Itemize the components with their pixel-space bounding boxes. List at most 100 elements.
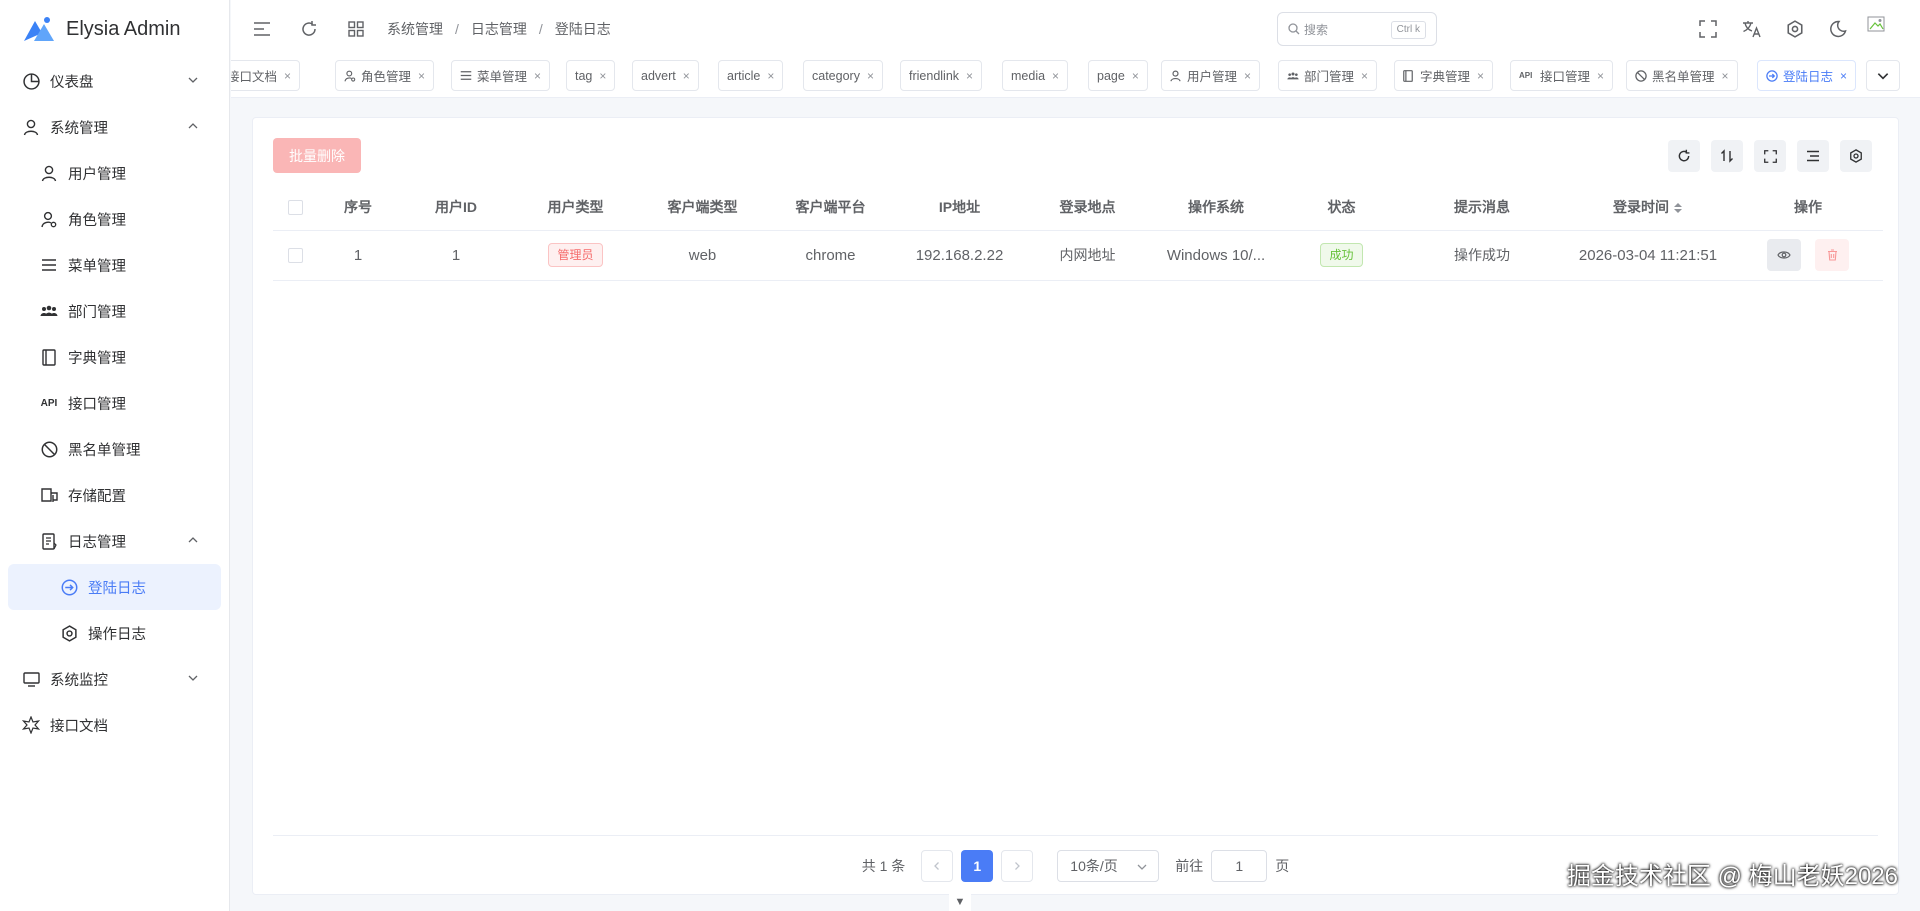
sidebar-item-label: 用户管理: [68, 166, 126, 183]
logo-icon: [22, 15, 56, 43]
sidebar-item-api-docs[interactable]: 接口文档: [0, 702, 229, 748]
tag-dictionary[interactable]: 字典管理 ×: [1394, 60, 1494, 91]
row-checkbox[interactable]: [287, 248, 303, 264]
translate-icon[interactable]: [1741, 18, 1763, 40]
tag-label: 字典管理: [1420, 70, 1471, 84]
tag-roles[interactable]: 角色管理 ×: [335, 60, 435, 91]
close-icon[interactable]: ×: [966, 69, 973, 83]
goto-page-input[interactable]: 1: [1211, 850, 1268, 882]
logo[interactable]: Elysia Admin: [0, 0, 229, 58]
next-page-button[interactable]: [1001, 850, 1034, 882]
chevron-up-icon: [187, 534, 199, 546]
close-icon[interactable]: ×: [1132, 69, 1139, 83]
page-suffix: 页: [1275, 858, 1290, 874]
tag-article[interactable]: article ×: [718, 60, 784, 91]
batch-delete-button[interactable]: 批量删除: [273, 138, 361, 173]
column-settings-button[interactable]: [1797, 140, 1829, 172]
team-icon: [40, 302, 58, 320]
monitor-icon: [22, 670, 40, 688]
close-icon[interactable]: ×: [284, 69, 291, 83]
tag-blacklist[interactable]: 黑名单管理 ×: [1626, 60, 1738, 91]
table-fullscreen-button[interactable]: [1754, 140, 1786, 172]
cell-user-id: 1: [399, 230, 513, 281]
prev-page-button[interactable]: [921, 850, 954, 882]
tag-api[interactable]: API 接口管理 ×: [1510, 60, 1614, 91]
cell-login-time: 2026-03-04 11:21:51: [1563, 230, 1733, 281]
sidebar-item-dictionary[interactable]: 字典管理: [0, 334, 229, 380]
sidebar-item-menus[interactable]: 菜单管理: [0, 242, 229, 288]
close-icon[interactable]: ×: [1361, 69, 1368, 83]
breadcrumb-item[interactable]: 日志管理: [471, 19, 527, 39]
density-button[interactable]: [1711, 140, 1743, 172]
sidebar-item-users[interactable]: 用户管理: [0, 150, 229, 196]
top-header: 系统管理 / 日志管理 / 登陆日志: [231, 0, 1920, 58]
user-icon: [40, 164, 58, 182]
sidebar-item-system[interactable]: 系统管理: [0, 104, 229, 150]
cell-location: 内网地址: [1025, 230, 1150, 281]
tag-category[interactable]: category ×: [803, 60, 883, 91]
sidebar-item-storage[interactable]: 存储配置: [0, 472, 229, 518]
sidebar-item-dashboard[interactable]: 仪表盘: [0, 58, 229, 104]
tag-departments[interactable]: 部门管理 ×: [1278, 60, 1378, 91]
refresh-icon[interactable]: [298, 18, 320, 40]
sidebar-item-label: 接口文档: [50, 718, 108, 735]
tag-advert[interactable]: advert ×: [632, 60, 699, 91]
page-number-current[interactable]: 1: [961, 850, 994, 882]
breadcrumb-item[interactable]: 系统管理: [387, 19, 443, 39]
search-input[interactable]: 搜索 Ctrl k: [1277, 12, 1437, 46]
page-size-select[interactable]: 10条/页: [1057, 850, 1160, 882]
cell-message: 操作成功: [1401, 230, 1563, 281]
settings-icon[interactable]: [1784, 18, 1806, 40]
collapse-handle-icon[interactable]: ▼: [949, 893, 971, 911]
close-icon[interactable]: ×: [1244, 69, 1251, 83]
tag-label: article: [727, 68, 761, 83]
sidebar-item-operation-log[interactable]: 操作日志: [0, 610, 229, 656]
sidebar-item-monitor[interactable]: 系统监控: [0, 656, 229, 702]
sidebar-item-blacklist[interactable]: 黑名单管理: [0, 426, 229, 472]
close-icon[interactable]: ×: [1840, 69, 1847, 83]
tag-api-docs[interactable]: 接口文档 ×: [231, 60, 301, 91]
tag-users[interactable]: 用户管理 ×: [1161, 60, 1261, 91]
ban-icon: [40, 440, 58, 458]
column-header: 操作系统: [1150, 184, 1282, 231]
close-icon[interactable]: ×: [867, 69, 874, 83]
sidebar-item-api[interactable]: API 接口管理: [0, 380, 229, 426]
tag-page[interactable]: page ×: [1088, 60, 1148, 91]
close-icon[interactable]: ×: [534, 69, 541, 83]
close-icon[interactable]: ×: [767, 69, 774, 83]
sidebar-item-roles[interactable]: 角色管理: [0, 196, 229, 242]
dark-mode-icon[interactable]: [1827, 18, 1849, 40]
menu-icon: [40, 256, 58, 274]
sidebar-item-departments[interactable]: 部门管理: [0, 288, 229, 334]
cell-ip: 192.168.2.22: [894, 230, 1025, 281]
column-header: 登录地点: [1025, 184, 1150, 231]
select-all-checkbox[interactable]: [287, 200, 303, 216]
menu-fold-icon[interactable]: [251, 18, 273, 40]
apps-grid-icon[interactable]: [345, 18, 367, 40]
tag-menus[interactable]: 菜单管理 ×: [451, 60, 551, 91]
tags-more-button[interactable]: [1866, 60, 1900, 91]
book-icon: [1403, 69, 1415, 82]
table-settings-button[interactable]: [1840, 140, 1872, 172]
tag-friendlink[interactable]: friendlink ×: [900, 60, 983, 91]
tag-media[interactable]: media ×: [1002, 60, 1069, 91]
close-icon[interactable]: ×: [1722, 69, 1729, 83]
sort-icon[interactable]: [1673, 201, 1683, 215]
view-button[interactable]: [1766, 239, 1801, 271]
sidebar-item-login-log[interactable]: 登陆日志: [8, 564, 221, 610]
tag-tag[interactable]: tag ×: [566, 60, 616, 91]
close-icon[interactable]: ×: [599, 69, 606, 83]
fullscreen-icon[interactable]: [1697, 18, 1719, 40]
close-icon[interactable]: ×: [418, 69, 425, 83]
cell-os: Windows 10/...: [1150, 230, 1282, 281]
delete-button[interactable]: [1815, 239, 1850, 271]
refresh-button[interactable]: [1668, 140, 1700, 172]
tag-login-log[interactable]: 登陆日志 ×: [1757, 60, 1857, 91]
close-icon[interactable]: ×: [1052, 69, 1059, 83]
column-header-login-time[interactable]: 登录时间: [1563, 184, 1733, 231]
close-icon[interactable]: ×: [1477, 69, 1484, 83]
sidebar-item-logs[interactable]: 日志管理: [0, 518, 229, 564]
avatar[interactable]: [1866, 14, 1888, 36]
close-icon[interactable]: ×: [683, 69, 690, 83]
close-icon[interactable]: ×: [1597, 69, 1604, 83]
